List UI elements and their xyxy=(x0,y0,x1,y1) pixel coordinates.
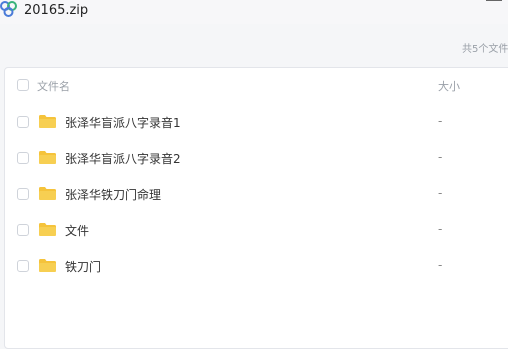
file-list-panel: 文件名 大小 张泽华盲派八字录音1 - 张泽华盲派八字录音2 - 张泽华铁刀门命… xyxy=(4,67,508,349)
file-row[interactable]: 张泽华铁刀门命理 - xyxy=(5,176,508,212)
file-size: - xyxy=(438,186,443,200)
file-name: 文件 xyxy=(65,224,90,238)
file-name: 张泽华盲派八字录音1 xyxy=(65,116,181,130)
column-header-size[interactable]: 大小 xyxy=(438,78,460,94)
row-checkbox[interactable] xyxy=(17,224,29,236)
folder-icon xyxy=(39,259,56,272)
app-logo-icon xyxy=(0,1,17,17)
file-size: - xyxy=(438,150,443,164)
folder-icon xyxy=(39,187,56,200)
window-title: 20165.zip xyxy=(24,3,89,18)
row-checkbox[interactable] xyxy=(17,152,29,164)
minimize-button[interactable] xyxy=(486,0,502,7)
title-bar: 20165.zip xyxy=(0,0,508,24)
folder-icon xyxy=(39,151,56,164)
file-row[interactable]: 文件 - xyxy=(5,212,508,248)
row-checkbox[interactable] xyxy=(17,116,29,128)
folder-icon xyxy=(39,223,56,236)
file-row[interactable]: 铁刀门 - xyxy=(5,248,508,284)
folder-icon xyxy=(39,115,56,128)
file-name: 张泽华盲派八字录音2 xyxy=(65,152,181,166)
file-count-label: 共5个文件 xyxy=(462,44,508,55)
file-row[interactable]: 张泽华盲派八字录音1 - xyxy=(5,104,508,140)
column-header-name[interactable]: 文件名 xyxy=(37,78,70,94)
file-list-header: 文件名 大小 xyxy=(5,68,508,102)
file-name: 张泽华铁刀门命理 xyxy=(65,188,162,202)
file-row[interactable]: 张泽华盲派八字录音2 - xyxy=(5,140,508,176)
file-size: - xyxy=(438,114,443,128)
row-checkbox[interactable] xyxy=(17,260,29,272)
select-all-checkbox[interactable] xyxy=(17,79,29,91)
file-size: - xyxy=(438,222,443,236)
file-name: 铁刀门 xyxy=(65,260,102,274)
row-checkbox[interactable] xyxy=(17,188,29,200)
file-size: - xyxy=(438,258,443,272)
